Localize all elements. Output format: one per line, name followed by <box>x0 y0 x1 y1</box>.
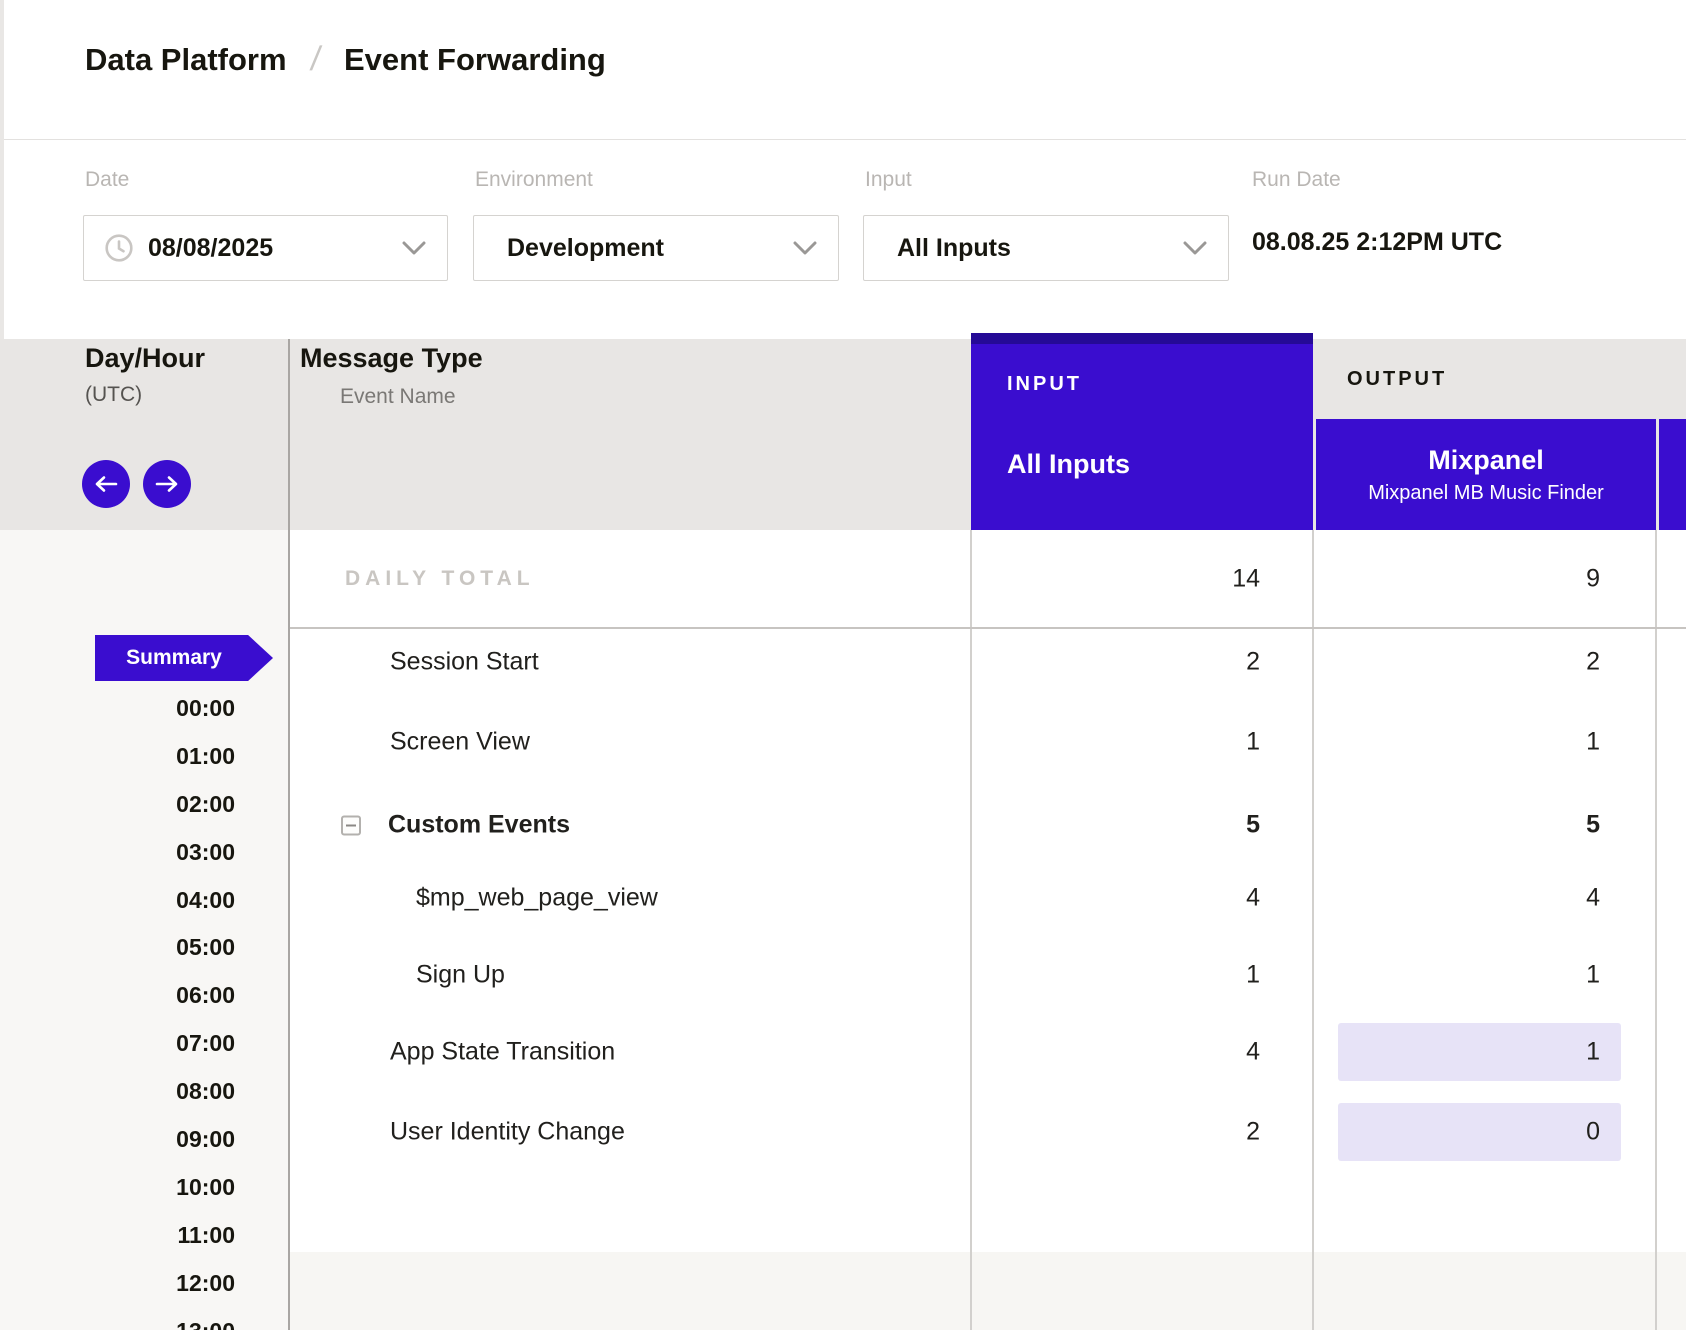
table-row: App State Transition 4 1 <box>0 1012 1686 1092</box>
breadcrumb-data-platform[interactable]: Data Platform <box>85 42 287 78</box>
output-section-label: OUTPUT <box>1347 368 1447 391</box>
table-row-sub-event: Sign Up 1 1 <box>0 935 1686 1015</box>
row-label: Screen View <box>390 728 530 757</box>
table-row-custom-events-group: Custom Events 5 5 <box>0 785 1686 865</box>
hour-row-label[interactable]: 13:00 <box>0 1317 235 1330</box>
day-hour-column-title: Day/Hour <box>85 343 205 374</box>
clock-icon <box>104 233 134 263</box>
daily-total-output-count: 9 <box>1586 564 1600 593</box>
table-row: Session Start 2 2 <box>0 622 1686 702</box>
daily-total-label: DAILY TOTAL <box>345 567 535 591</box>
output-count-highlight <box>1338 1103 1621 1161</box>
page-title: Event Forwarding <box>344 42 606 78</box>
input-column-header: INPUT All Inputs <box>971 333 1313 530</box>
input-count: 5 <box>1246 811 1260 840</box>
input-column-accent-strip <box>971 333 1313 344</box>
arrow-right-icon <box>155 475 179 493</box>
breadcrumb: Data Platform / Event Forwarding <box>85 40 606 79</box>
input-header-value: All Inputs <box>1007 449 1130 480</box>
date-dropdown[interactable]: 08/08/2025 <box>83 215 448 281</box>
output-count: 1 <box>1586 961 1600 990</box>
event-name-subtitle: Event Name <box>340 385 456 409</box>
environment-value: Development <box>507 234 664 263</box>
previous-day-button[interactable] <box>82 460 130 508</box>
table-bottom-empty-area <box>288 1252 1686 1330</box>
row-label: $mp_web_page_view <box>416 884 658 913</box>
chevron-down-icon <box>792 240 818 256</box>
hour-row-label[interactable]: 10:00 <box>0 1173 235 1201</box>
breadcrumb-bar: Data Platform / Event Forwarding <box>4 0 1686 140</box>
table-row-sub-event: $mp_web_page_view 4 4 <box>0 858 1686 938</box>
collapse-minus-icon[interactable] <box>341 815 361 835</box>
input-header-label: INPUT <box>1007 373 1082 396</box>
arrow-left-icon <box>94 475 118 493</box>
row-label: Sign Up <box>416 961 505 990</box>
hour-row-label[interactable]: 12:00 <box>0 1269 235 1297</box>
next-output-column-header-cutoff <box>1659 419 1686 530</box>
run-date-label: Run Date <box>1252 168 1341 192</box>
message-type-column-title: Message Type <box>300 343 483 374</box>
daily-total-row: DAILY TOTAL 14 9 <box>0 530 1686 627</box>
breadcrumb-separator: / <box>308 40 323 79</box>
input-count: 1 <box>1246 961 1260 990</box>
mixpanel-column-header[interactable]: Mixpanel Mixpanel MB Music Finder <box>1316 419 1656 530</box>
day-hour-column-subtitle: (UTC) <box>85 383 142 407</box>
mixpanel-output-name: Mixpanel <box>1428 445 1544 476</box>
input-count: 2 <box>1246 648 1260 677</box>
input-dropdown[interactable]: All Inputs <box>863 215 1229 281</box>
date-filter-label: Date <box>85 168 129 192</box>
table-row: Screen View 1 1 <box>0 702 1686 782</box>
output-count: 2 <box>1586 648 1600 677</box>
input-count: 2 <box>1246 1118 1260 1147</box>
hour-row-label[interactable]: 11:00 <box>0 1221 235 1249</box>
date-value: 08/08/2025 <box>148 234 273 263</box>
output-count: 0 <box>1586 1118 1600 1147</box>
chevron-down-icon <box>401 240 427 256</box>
output-count-highlight <box>1338 1023 1621 1081</box>
table-row: User Identity Change 2 0 <box>0 1092 1686 1172</box>
environment-filter-label: Environment <box>475 168 593 192</box>
environment-dropdown[interactable]: Development <box>473 215 839 281</box>
chevron-down-icon <box>1182 240 1208 256</box>
output-count: 5 <box>1586 811 1600 840</box>
row-label: User Identity Change <box>390 1118 625 1147</box>
mixpanel-output-subtitle: Mixpanel MB Music Finder <box>1368 482 1604 505</box>
output-count: 1 <box>1586 728 1600 757</box>
input-filter-value: All Inputs <box>897 234 1011 263</box>
input-count: 4 <box>1246 1038 1260 1067</box>
output-count: 1 <box>1586 1038 1600 1067</box>
next-day-button[interactable] <box>143 460 191 508</box>
input-filter-label: Input <box>865 168 912 192</box>
filter-bar: Date 08/08/2025 Environment Development … <box>4 140 1686 339</box>
daily-total-input-count: 14 <box>1232 564 1260 593</box>
row-label: Session Start <box>390 648 539 677</box>
row-label: Custom Events <box>388 811 570 840</box>
output-count: 4 <box>1586 884 1600 913</box>
input-count: 1 <box>1246 728 1260 757</box>
row-label: App State Transition <box>390 1038 615 1067</box>
run-date-value: 08.08.25 2:12PM UTC <box>1252 228 1502 257</box>
input-count: 4 <box>1246 884 1260 913</box>
event-forwarding-page: Data Platform / Event Forwarding Date 08… <box>0 0 1686 1330</box>
